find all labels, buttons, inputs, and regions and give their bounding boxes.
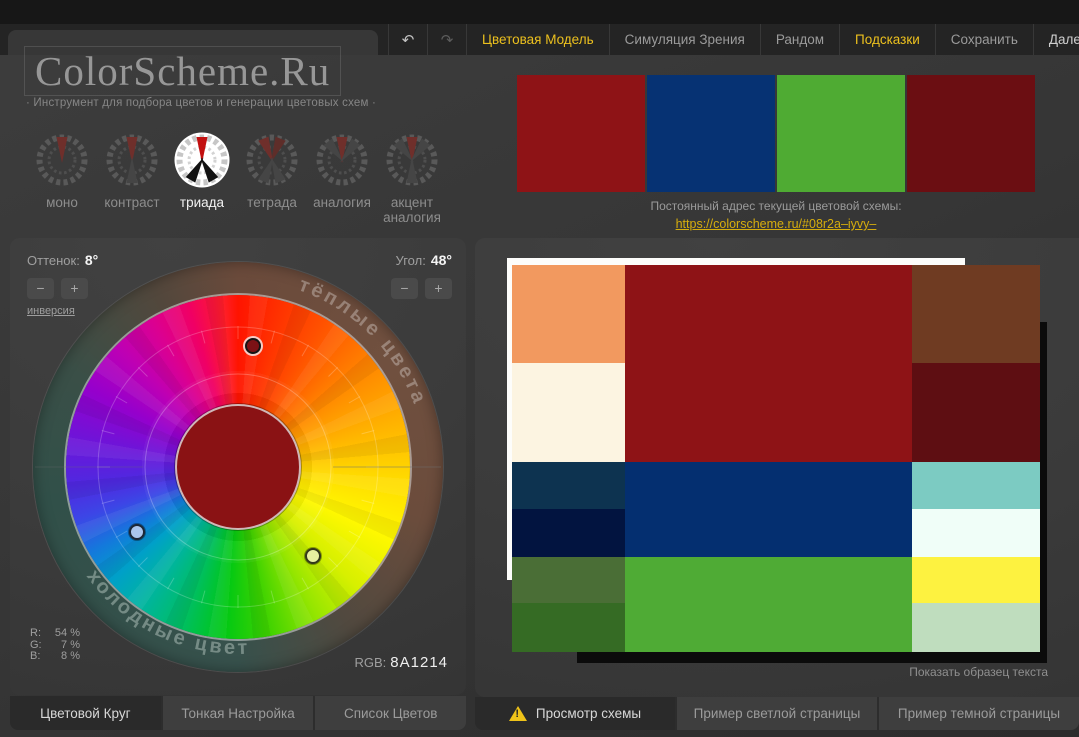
site-tagline: · Инструмент для подбора цветов и генера… <box>26 97 377 109</box>
angle-readout: Угол: 48° <box>396 252 452 268</box>
redo-icon: ↷ <box>440 31 454 49</box>
contrast-wheel-icon <box>106 134 158 186</box>
color-model-button[interactable]: Цветовая Модель <box>466 24 609 55</box>
mono-wheel-icon <box>36 134 88 186</box>
triad-marker-blue[interactable] <box>129 524 145 540</box>
scheme-preview-panel: Показать образец текста <box>475 238 1079 697</box>
mode-contrast[interactable]: контраст <box>99 132 165 225</box>
tab-light-page-example[interactable]: Пример светлой страницы <box>675 697 877 730</box>
triad-marker-green[interactable] <box>305 548 321 564</box>
random-button[interactable]: Рандом <box>759 24 839 55</box>
accent-analogous-wheel-icon <box>386 134 438 186</box>
left-panel-tabs: Цветовой Круг Тонкая Настройка Список Цв… <box>10 696 466 730</box>
invert-link[interactable]: инверсия <box>27 305 75 317</box>
rgb-hex-readout: RGB: 8A1214 <box>354 654 448 671</box>
color-wheel-assembly: тёплые цвета холодные цвета <box>33 262 443 672</box>
mode-label: тетрада <box>247 195 297 210</box>
preview-cell <box>625 557 912 652</box>
b-value: 8 % <box>61 650 80 662</box>
mode-tetrad[interactable]: тетрада <box>239 132 305 225</box>
analogous-wheel-icon <box>316 134 368 186</box>
preview-cell <box>912 265 1040 363</box>
show-sample-text-link[interactable]: Показать образец текста <box>909 665 1048 679</box>
mode-label: акцент аналогия <box>383 195 441 225</box>
primary-hue-marker[interactable] <box>245 338 261 354</box>
mode-label: аналогия <box>313 195 371 210</box>
mode-label: триада <box>179 195 225 210</box>
selected-color-preview <box>175 404 301 530</box>
mode-mono[interactable]: моно <box>29 132 95 225</box>
tab-color-list[interactable]: Список Цветов <box>313 696 466 730</box>
preview-cell <box>912 603 1040 652</box>
hue-minus-button[interactable]: − <box>27 278 54 299</box>
hue-value: 8° <box>84 252 99 268</box>
hue-plus-button[interactable]: + <box>61 278 88 299</box>
colorscheme-page: { "toolbar": { "undo_icon": "↶", "redo_i… <box>0 0 1079 737</box>
r-value: 54 % <box>54 627 80 639</box>
preview-tabs: Просмотр схемы Пример светлой страницы П… <box>475 697 1079 730</box>
preview-cell <box>912 462 1040 509</box>
scheme-swatch-2[interactable] <box>647 75 775 192</box>
scheme-swatch-strip <box>517 75 1035 192</box>
scheme-swatch-3[interactable] <box>777 75 905 192</box>
vision-simulation-button[interactable]: Симуляция Зрения <box>608 24 760 55</box>
mode-triad[interactable]: триада <box>169 132 235 225</box>
preview-cell <box>512 557 625 603</box>
tab-dark-page-example[interactable]: Пример темной страницы <box>877 697 1079 730</box>
toolbar-buttons: ↶ ↷ Цветовая Модель Симуляция Зрения Ран… <box>388 24 1079 55</box>
hints-button[interactable]: Подсказки <box>839 24 935 55</box>
mode-label: контраст <box>104 195 160 210</box>
preview-cell-primary <box>625 265 912 462</box>
preview-cell <box>512 603 625 652</box>
preview-cell <box>912 363 1040 462</box>
tab-fine-tuning[interactable]: Тонкая Настройка <box>160 696 314 730</box>
preview-cell <box>512 509 625 557</box>
preview-cell <box>912 509 1040 557</box>
angle-plus-button[interactable]: + <box>425 278 452 299</box>
undo-icon: ↶ <box>401 31 415 49</box>
permalink-url[interactable]: https://colorscheme.ru/#08r2a–iyvy– <box>676 217 877 231</box>
mode-accent-analogous[interactable]: акцент аналогия <box>379 132 445 225</box>
scheme-swatch-4[interactable] <box>907 75 1035 192</box>
top-black-bar <box>0 0 1079 24</box>
tab-color-wheel[interactable]: Цветовой Круг <box>10 696 161 730</box>
redo-button[interactable]: ↷ <box>427 24 466 55</box>
scheme-mode-selector: моно контраст триада тетрада аналогия ак… <box>29 132 445 225</box>
angle-value: 48° <box>430 252 452 268</box>
logo[interactable]: ColorScheme.Ru <box>24 46 342 96</box>
undo-button[interactable]: ↶ <box>388 24 427 55</box>
preview-cell <box>912 557 1040 603</box>
mode-analogous[interactable]: аналогия <box>309 132 375 225</box>
rgb-percent-readout: R: 54 % G: 7 % B: 8 % <box>30 627 80 662</box>
angle-minus-button[interactable]: − <box>391 278 418 299</box>
tab-label: Просмотр схемы <box>535 706 642 721</box>
permalink-caption: Постоянный адрес текущей цветовой схемы: <box>650 199 902 213</box>
more-button[interactable]: Далее … <box>1032 24 1079 55</box>
hue-readout: Оттенок: 8° <box>27 252 98 268</box>
preview-cell <box>512 265 625 363</box>
warning-icon <box>508 706 527 721</box>
preview-cell <box>625 462 912 557</box>
angle-label: Угол: <box>395 253 426 268</box>
tab-scheme-preview[interactable]: Просмотр схемы <box>475 697 675 730</box>
hue-label: Оттенок: <box>27 253 80 268</box>
triad-wheel-icon <box>174 132 230 188</box>
mode-label: моно <box>46 195 78 210</box>
color-wheel-panel: Оттенок: 8° Угол: 48° − + − + инверсия тёп… <box>10 238 466 695</box>
preview-cell <box>512 462 625 509</box>
preview-cell <box>512 363 625 462</box>
scheme-swatch-1[interactable] <box>517 75 645 192</box>
preview-color-grid <box>512 265 1040 652</box>
rgb-hex-value: 8A1214 <box>390 654 448 671</box>
save-button[interactable]: Сохранить <box>934 24 1033 55</box>
tetrad-wheel-icon <box>246 134 298 186</box>
